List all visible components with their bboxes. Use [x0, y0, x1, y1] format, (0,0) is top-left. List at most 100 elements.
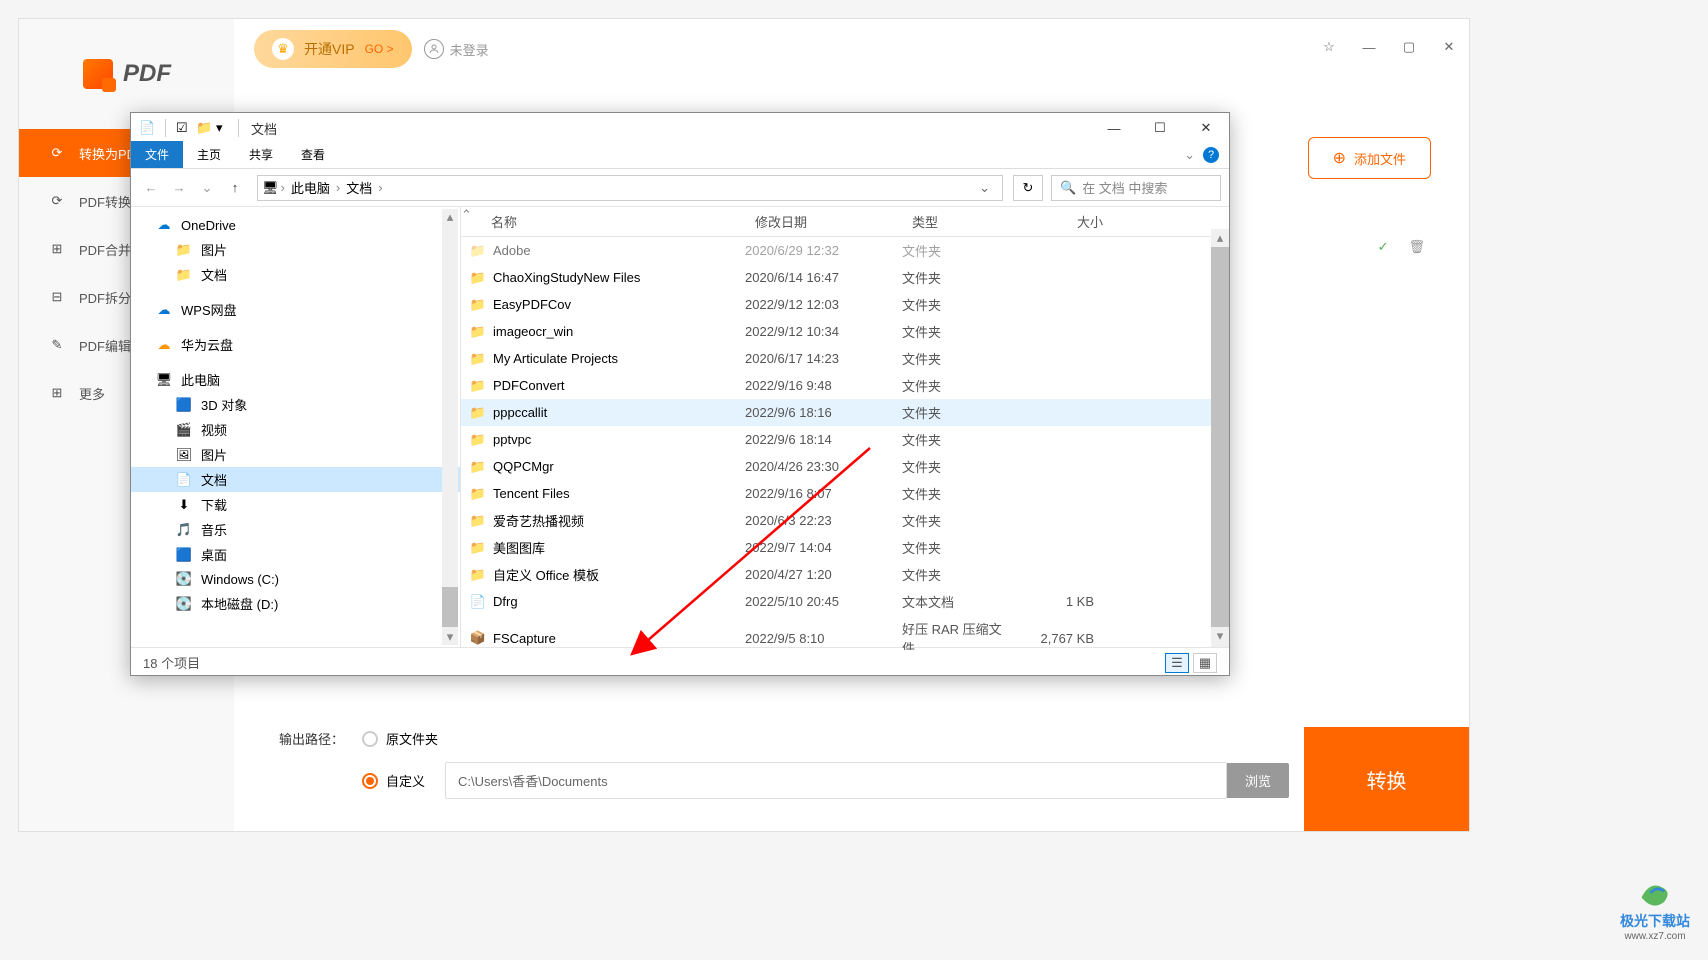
login-area[interactable]: 未登录	[424, 39, 489, 59]
tree-item-8[interactable]: 🖥此电脑	[131, 367, 460, 392]
nav-recent-dropdown[interactable]: ⌄	[195, 176, 219, 200]
column-size[interactable]: 大小	[1032, 207, 1112, 236]
file-list-body[interactable]: 📁Adobe2020/6/29 12:32文件夹📁ChaoXingStudyNe…	[461, 237, 1229, 650]
browse-button[interactable]: 浏览	[1227, 763, 1289, 798]
file-name: Tencent Files	[493, 486, 570, 501]
doc-icon: 📄	[175, 471, 193, 489]
tree-item-10[interactable]: 🎬视频	[131, 417, 460, 442]
dialog-minimize-button[interactable]: —	[1091, 113, 1137, 143]
tab-file[interactable]: 文件	[131, 141, 183, 168]
add-file-button[interactable]: ⊕ 添加文件	[1308, 137, 1431, 179]
nav-bar: ← → ⌄ ↑ 🖥 › 此电脑 › 文档 › ⌄ ↻ 🔍 在 文档 中搜索	[131, 169, 1229, 207]
radio-orig-folder[interactable]: 原文件夹	[362, 729, 438, 748]
tree-scroll-thumb[interactable]	[442, 587, 458, 627]
close-icon[interactable]: ✕	[1439, 37, 1459, 57]
view-details-button[interactable]: ☰	[1165, 653, 1189, 673]
tree-item-17[interactable]: 💽本地磁盘 (D:)	[131, 591, 460, 616]
sidebar-label: PDF编辑	[79, 336, 131, 355]
tree-item-16[interactable]: 💽Windows (C:)	[131, 567, 460, 591]
properties-icon[interactable]: ☑	[176, 120, 192, 136]
tab-share[interactable]: 共享	[235, 141, 287, 168]
file-size	[1022, 303, 1102, 307]
column-name[interactable]: 名称	[471, 207, 747, 236]
file-size	[1022, 573, 1102, 577]
radio-custom-folder[interactable]: 自定义	[362, 771, 425, 790]
star-icon[interactable]: ☆	[1319, 37, 1339, 57]
tree-item-15[interactable]: 🟦桌面	[131, 542, 460, 567]
check-icon[interactable]: ✓	[1378, 239, 1389, 255]
search-placeholder: 在 文档 中搜索	[1082, 178, 1167, 197]
file-row-7[interactable]: 📁pptvpc2022/9/6 18:14文件夹	[461, 426, 1229, 453]
output-path-input[interactable]: C:\Users\香香\Documents	[445, 762, 1227, 799]
radio-checked-icon	[362, 773, 378, 789]
breadcrumb-documents[interactable]: 文档	[342, 178, 376, 197]
tree-item-6[interactable]: ☁华为云盘	[131, 332, 460, 357]
qat-dropdown-icon[interactable]: ▾	[216, 120, 232, 136]
nav-up-button[interactable]: ↑	[223, 176, 247, 200]
file-row-6[interactable]: 📁pppccallit2022/9/6 18:16文件夹	[461, 399, 1229, 426]
column-type[interactable]: 类型	[904, 207, 1032, 236]
vip-button[interactable]: ♛ 开通VIP GO >	[254, 30, 412, 68]
file-row-2[interactable]: 📁EasyPDFCov2022/9/12 12:03文件夹	[461, 291, 1229, 318]
3d-icon: 🟦	[175, 396, 193, 414]
file-row-5[interactable]: 📁PDFConvert2022/9/16 9:48文件夹	[461, 372, 1229, 399]
file-date: 2020/6/3 22:23	[737, 511, 894, 530]
file-row-14[interactable]: 📦FSCapture2022/9/5 8:10好压 RAR 压缩文件2,767 …	[461, 615, 1229, 650]
maximize-icon[interactable]: ▢	[1399, 37, 1419, 57]
nav-back-button[interactable]: ←	[139, 176, 163, 200]
column-date[interactable]: 修改日期	[747, 207, 904, 236]
dialog-titlebar[interactable]: 📄 ☑ 📁 ▾ 文档 — ☐ ✕	[131, 113, 1229, 143]
dialog-close-button[interactable]: ✕	[1183, 113, 1229, 143]
nav-tree[interactable]: ☁OneDrive📁图片📁文档 ☁WPS网盘 ☁华为云盘 🖥此电脑🟦3D 对象🎬视频🖼…	[131, 207, 461, 647]
sidebar-label: 更多	[79, 384, 105, 403]
file-row-3[interactable]: 📁imageocr_win2022/9/12 10:34文件夹	[461, 318, 1229, 345]
tree-scrollbar[interactable]: ▴ ▾	[442, 209, 458, 645]
tree-item-4[interactable]: ☁WPS网盘	[131, 297, 460, 322]
item-count: 18 个项目	[143, 653, 200, 672]
trash-icon[interactable]: 🗑	[1408, 239, 1425, 255]
dialog-maximize-button[interactable]: ☐	[1137, 113, 1183, 143]
tab-home[interactable]: 主页	[183, 141, 235, 168]
help-icon[interactable]: ?	[1203, 147, 1219, 163]
file-row-1[interactable]: 📁ChaoXingStudyNew Files2020/6/14 16:47文件…	[461, 264, 1229, 291]
nav-forward-button[interactable]: →	[167, 176, 191, 200]
file-type: 文件夹	[894, 428, 1022, 451]
tree-item-13[interactable]: ⬇下载	[131, 492, 460, 517]
breadcrumb-pc[interactable]: 此电脑	[287, 178, 334, 197]
sidebar-icon-1: ⟳	[47, 191, 67, 211]
tree-label: 文档	[201, 265, 227, 284]
file-row-11[interactable]: 📁美图图库2022/9/7 14:04文件夹	[461, 534, 1229, 561]
file-row-13[interactable]: 📄Dfrg2022/5/10 20:45文本文档1 KB	[461, 588, 1229, 615]
tab-view[interactable]: 查看	[287, 141, 339, 168]
file-row-8[interactable]: 📁QQPCMgr2020/4/26 23:30文件夹	[461, 453, 1229, 480]
list-scroll-thumb[interactable]	[1211, 247, 1229, 627]
ribbon-chevron-icon[interactable]: ⌄	[1184, 147, 1195, 163]
file-row-4[interactable]: 📁My Articulate Projects2020/6/17 14:23文件…	[461, 345, 1229, 372]
breadcrumb-dropdown-icon[interactable]: ⌄	[971, 180, 998, 196]
tree-item-9[interactable]: 🟦3D 对象	[131, 392, 460, 417]
tree-item-11[interactable]: 🖼图片	[131, 442, 460, 467]
radio-custom-label: 自定义	[386, 771, 425, 790]
file-row-0[interactable]: 📁Adobe2020/6/29 12:32文件夹	[461, 237, 1229, 264]
breadcrumb[interactable]: 🖥 › 此电脑 › 文档 › ⌄	[257, 175, 1003, 201]
dialog-title: 文档	[251, 119, 277, 138]
list-scrollbar[interactable]: ▴ ▾	[1211, 229, 1229, 647]
list-actions: ✓ 🗑	[1378, 239, 1425, 255]
folder-icon: 📁	[469, 350, 487, 368]
tree-item-0[interactable]: ☁OneDrive	[131, 213, 460, 237]
refresh-button[interactable]: ↻	[1013, 175, 1043, 201]
tree-item-2[interactable]: 📁文档	[131, 262, 460, 287]
tree-item-1[interactable]: 📁图片	[131, 237, 460, 262]
search-input[interactable]: 🔍 在 文档 中搜索	[1051, 175, 1221, 201]
file-row-12[interactable]: 📁自定义 Office 模板2020/4/27 1:20文件夹	[461, 561, 1229, 588]
file-row-10[interactable]: 📁爱奇艺热播视频2020/6/3 22:23文件夹	[461, 507, 1229, 534]
convert-button[interactable]: 转换	[1304, 727, 1469, 831]
view-icons-button[interactable]: ▦	[1193, 653, 1217, 673]
file-row-9[interactable]: 📁Tencent Files2022/9/16 8:07文件夹	[461, 480, 1229, 507]
minimize-icon[interactable]: —	[1359, 37, 1379, 57]
tree-item-12[interactable]: 📄文档	[131, 467, 460, 492]
radio-orig-label: 原文件夹	[386, 729, 438, 748]
tree-item-14[interactable]: 🎵音乐	[131, 517, 460, 542]
file-date: 2022/9/6 18:16	[737, 403, 894, 422]
file-date: 2022/9/12 10:34	[737, 322, 894, 341]
